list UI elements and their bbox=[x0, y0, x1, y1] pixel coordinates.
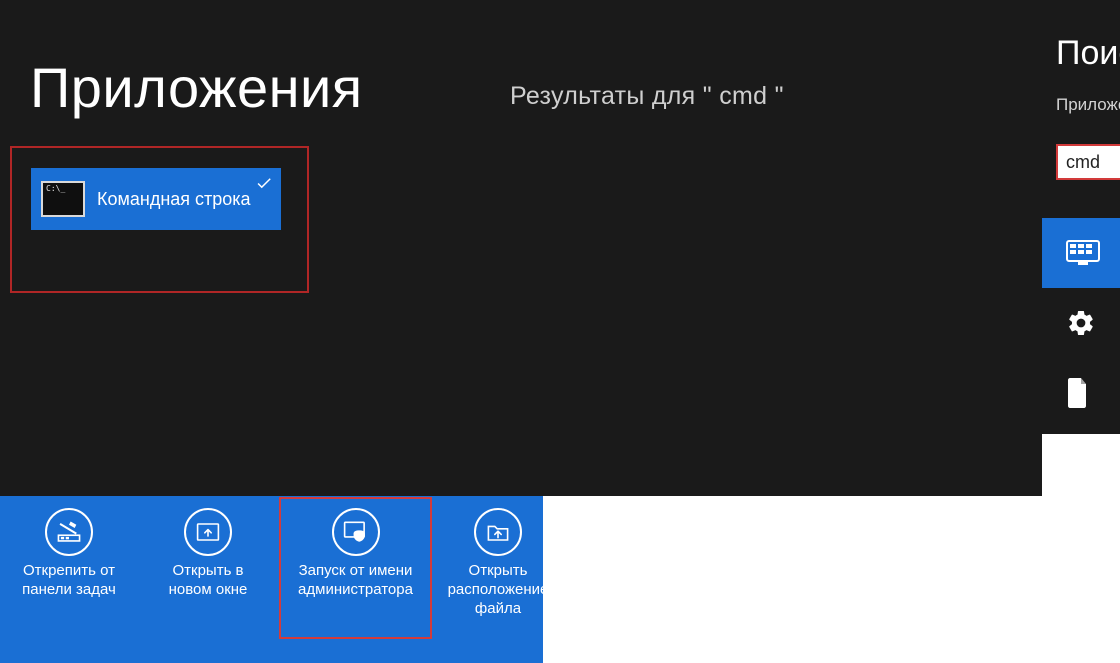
run-as-admin-icon bbox=[343, 520, 369, 544]
results-query: cmd bbox=[719, 82, 767, 110]
search-input[interactable] bbox=[1058, 146, 1120, 178]
apps-icon bbox=[1066, 240, 1100, 266]
button-label: Запуск от имени администратора bbox=[298, 562, 413, 600]
open-location-icon bbox=[486, 521, 510, 543]
results-label: Результаты для " cmd " bbox=[510, 82, 784, 111]
run-as-admin-button[interactable]: Запуск от имени администратора bbox=[283, 508, 428, 600]
search-scope-files[interactable] bbox=[1042, 358, 1120, 428]
button-label: Открепить от панели задач bbox=[22, 562, 116, 600]
button-label: Открыть расположение файла bbox=[448, 562, 549, 618]
unpin-from-taskbar-button[interactable]: Открепить от панели задач bbox=[0, 508, 138, 600]
selected-check-icon bbox=[255, 174, 273, 192]
button-label: Открыть в новом окне bbox=[169, 562, 248, 600]
search-panel-title: Поиск bbox=[1056, 34, 1120, 73]
results-prefix: Результаты для bbox=[510, 82, 696, 110]
results-quote-close: " bbox=[767, 82, 783, 110]
app-tile-label: Командная строка bbox=[97, 189, 251, 210]
gear-icon bbox=[1066, 308, 1096, 338]
cmd-prompt-icon: C:\_ bbox=[41, 181, 85, 217]
search-scope-list bbox=[1042, 218, 1120, 428]
results-quote-open: " bbox=[703, 82, 719, 110]
open-new-window-button[interactable]: Открыть в новом окне bbox=[148, 508, 268, 600]
page-title: Приложения bbox=[30, 55, 363, 120]
search-panel-scope-label: Приложения bbox=[1056, 95, 1120, 115]
new-window-icon bbox=[196, 521, 220, 543]
unpin-icon bbox=[56, 519, 82, 545]
context-app-bar: Открепить от панели задач Открыть в ново… bbox=[0, 496, 543, 663]
search-charm-panel: Поиск Приложения bbox=[1042, 0, 1120, 434]
search-scope-settings[interactable] bbox=[1042, 288, 1120, 358]
open-file-location-button[interactable]: Открыть расположение файла bbox=[438, 508, 558, 618]
file-icon bbox=[1066, 378, 1090, 408]
search-input-wrapper bbox=[1056, 144, 1120, 180]
apps-search-results: Приложения Результаты для " cmd " C:\_ К… bbox=[0, 0, 1042, 496]
search-scope-apps[interactable] bbox=[1042, 218, 1120, 288]
app-tile-cmd[interactable]: C:\_ Командная строка bbox=[31, 168, 281, 230]
